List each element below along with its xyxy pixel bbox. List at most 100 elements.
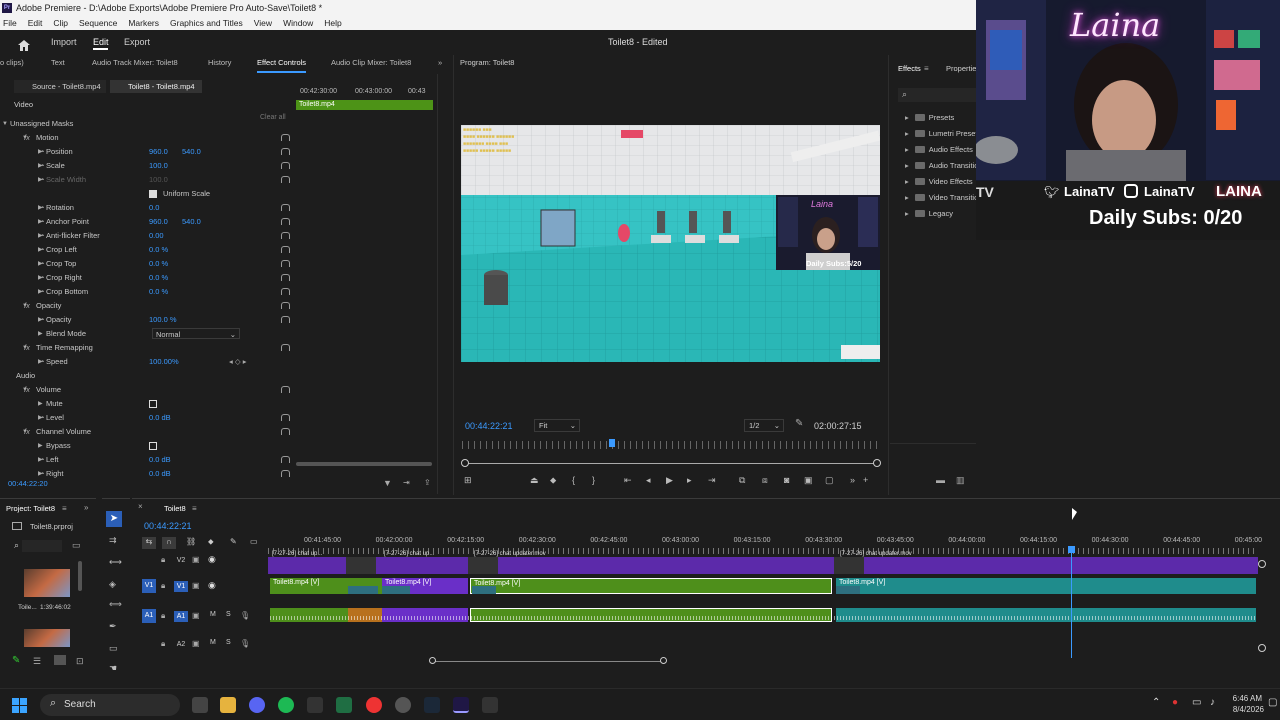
reset-icon[interactable] (281, 148, 290, 155)
ec-value[interactable]: 100.0 (149, 173, 168, 187)
reset-icon[interactable] (281, 274, 290, 281)
source-tab[interactable]: Source - Toilet8.mp4 (14, 80, 106, 93)
fx-icon[interactable]: fx (24, 383, 30, 397)
hand-tool[interactable]: ☚ (109, 663, 117, 674)
clock-date[interactable]: 8/4/2026 (1230, 705, 1264, 714)
track-lock-icon[interactable]: 🔒︎ (161, 611, 165, 621)
stopwatch-icon[interactable]: ◔ (40, 243, 45, 257)
zoom-handle-right[interactable] (873, 459, 881, 467)
reset-icon[interactable] (281, 386, 290, 393)
obs-icon[interactable] (395, 697, 411, 713)
volume-icon[interactable]: ♪ (1210, 697, 1215, 708)
ec-value-2[interactable]: 540.0 (182, 145, 201, 159)
sync-lock-icon[interactable]: ▣ (192, 639, 200, 648)
track-name[interactable]: V2 (174, 555, 188, 566)
checkbox[interactable] (149, 400, 157, 408)
timeline-timecode[interactable]: 00:44:22:21 (144, 521, 192, 531)
ec-value[interactable]: 0.0 % (149, 243, 168, 257)
notification-icon[interactable]: ▢ (1268, 697, 1277, 708)
v2-clip-thumb-2[interactable] (468, 557, 498, 574)
go-to-out-icon[interactable]: ⇥ (708, 475, 716, 486)
expand-icon[interactable]: ▶ (38, 397, 43, 411)
camera-icon[interactable]: ◙ (784, 475, 789, 485)
stopwatch-icon[interactable]: ◔ (40, 229, 45, 243)
delete-icon[interactable]: ▥ (956, 475, 965, 486)
project-title[interactable]: Project: Toilet8 (6, 504, 55, 513)
reset-icon[interactable] (281, 302, 290, 309)
expand-icon[interactable]: ▶ (38, 327, 43, 341)
mark-out-icon[interactable]: } (592, 475, 595, 485)
source-patch-a1[interactable]: A1 (142, 609, 156, 623)
rectangle-tool[interactable]: ▭ (109, 643, 118, 654)
effects-folder-lumetri-presets[interactable]: ▸Lumetri Presets (905, 126, 976, 142)
tab-audio-track-mixer[interactable]: Audio Track Mixer: Toilet8 (92, 55, 178, 71)
taskbar-search[interactable]: ⌕ Search (40, 694, 180, 716)
checkbox[interactable] (149, 442, 157, 450)
track-select-tool[interactable]: ⇉ (109, 535, 117, 546)
stopwatch-icon[interactable]: ◔ (40, 159, 45, 173)
reset-icon[interactable] (281, 428, 290, 435)
eye-icon[interactable]: ◉ (208, 554, 216, 565)
fit-dropdown[interactable]: Fit ⌄ (534, 419, 580, 432)
project-overflow-icon[interactable]: » (84, 503, 88, 512)
effects-folder-video-transitions[interactable]: ▸Video Transitions (905, 190, 976, 206)
more-controls-icon[interactable]: » (850, 475, 855, 485)
menu-markers[interactable]: Markers (128, 16, 159, 30)
lift-icon[interactable]: ⏏ (530, 475, 539, 486)
reset-icon[interactable] (281, 288, 290, 295)
ec-value[interactable]: 960.0 (149, 215, 168, 229)
captions-icon[interactable]: ▭ (250, 537, 258, 546)
sync-lock-icon[interactable]: ▣ (192, 581, 200, 590)
extract-icon[interactable]: ⧈ (762, 475, 768, 486)
stopwatch-icon[interactable]: ◔ (40, 173, 45, 187)
solo-button[interactable]: S (226, 611, 231, 618)
new-bin-icon[interactable]: ▬ (936, 475, 945, 485)
timeline-close-icon[interactable]: × (138, 502, 143, 511)
track-header-a1[interactable]: A1 🔒︎ A1 ▣ M S 🎙︎ (140, 608, 266, 626)
stopwatch-icon[interactable]: ◔ (40, 313, 45, 327)
safe-margins-icon[interactable]: ⊞ (464, 475, 472, 486)
tab-effects[interactable]: Effects (898, 64, 921, 73)
windows-start-icon[interactable] (12, 698, 27, 713)
linked-selection-icon[interactable]: ⛓ (186, 537, 196, 546)
spotify-icon[interactable] (278, 697, 294, 713)
timeline-zoom-bar[interactable] (432, 661, 664, 662)
checkbox[interactable] (149, 190, 157, 198)
panel-overflow-icon[interactable]: » (438, 55, 442, 71)
freeform-view-icon[interactable]: ⊡ (76, 656, 84, 667)
program-playhead[interactable] (609, 439, 616, 447)
resolution-dropdown[interactable]: 1/2 ⌄ (744, 419, 784, 432)
ec-value[interactable]: 0.0 % (149, 271, 168, 285)
ec-timecode[interactable]: 00:44:22:20 (8, 479, 48, 488)
ec-value[interactable]: 100.0 (149, 159, 168, 173)
reset-icon[interactable] (281, 134, 290, 141)
filter-icon[interactable]: ▼ (383, 478, 392, 488)
blend-mode-select[interactable]: Normal ⌄ (152, 328, 240, 339)
fx-icon[interactable]: fx (24, 341, 30, 355)
tab-clips[interactable]: o clips) (0, 55, 24, 71)
track-name[interactable]: A2 (174, 639, 188, 650)
timeline-name[interactable]: Toilet8 (164, 504, 186, 513)
app-icon-1[interactable] (307, 697, 323, 713)
chrome-icon[interactable] (366, 697, 382, 713)
menu-view[interactable]: View (254, 16, 272, 30)
export-frame-icon[interactable]: ⇥ (403, 478, 410, 487)
snap-icon[interactable]: ∩ (162, 537, 176, 549)
track-name[interactable]: V1 (174, 581, 188, 592)
sequence-clip-tab[interactable]: Toilet8 - Toilet8.mp4 (110, 80, 202, 93)
effects-folder-presets[interactable]: ▸ Presets (905, 110, 976, 126)
marker-icon[interactable]: ⬥ (208, 537, 214, 547)
settings-wrench-icon[interactable]: ✎ (795, 418, 803, 429)
program-tab[interactable]: Program: Toilet8 (460, 58, 514, 67)
premiere-taskbar-icon[interactable] (453, 697, 469, 713)
track-lock-icon[interactable]: 🔒︎ (161, 581, 165, 591)
pen-tool[interactable]: ✒ (109, 621, 117, 632)
project-thumbnail[interactable] (24, 569, 70, 597)
ec-value[interactable]: 0.0 (149, 201, 159, 215)
fx-icon[interactable]: fx (24, 425, 30, 439)
workspace-tab-edit[interactable]: Edit (93, 30, 109, 54)
reset-icon[interactable] (281, 470, 290, 477)
reset-icon[interactable] (281, 176, 290, 183)
reset-icon[interactable] (281, 218, 290, 225)
icon-view-icon[interactable] (54, 655, 66, 665)
